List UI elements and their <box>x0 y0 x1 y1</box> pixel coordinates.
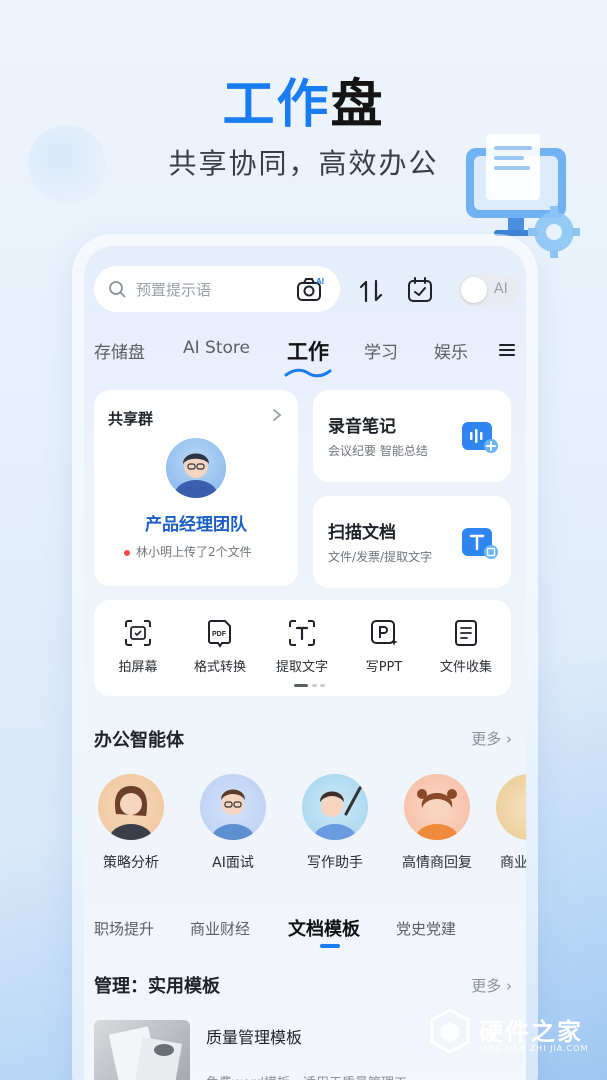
agent-avatar <box>200 774 266 840</box>
agent-eq-reply[interactable]: 高情商回复 <box>394 774 480 872</box>
agent-label: AI面试 <box>212 855 254 871</box>
search-bar[interactable]: 预置提示语 AI <box>94 266 340 312</box>
quick-tools-card: 拍屏幕 PDF 格式转换 提取文字 写PPT 文件收集 <box>94 600 511 696</box>
watermark-subtext: YING JIAN ZHI JIA.COM <box>479 1044 589 1053</box>
agent-avatar <box>404 774 470 840</box>
tab-entertainment[interactable]: 娱乐 <box>434 338 468 363</box>
templates-more-link[interactable]: 更多 › <box>471 975 512 996</box>
audio-note-title: 录音笔记 <box>328 417 396 437</box>
share-group-card[interactable]: 共享群 产品经理团队 林小明上传了2个文件 <box>94 390 298 586</box>
scan-doc-subtitle: 文件/发票/提取文字 <box>328 550 433 564</box>
scan-doc-title: 扫描文档 <box>328 523 396 543</box>
chevron-right-icon <box>273 409 282 421</box>
tool-screen-capture[interactable]: 拍屏幕 <box>98 618 178 675</box>
subtab-party-history[interactable]: 党史党建 <box>396 918 456 939</box>
agents-more-link[interactable]: 更多 › <box>471 728 512 749</box>
calendar-check-icon[interactable] <box>407 277 433 303</box>
agent-writing-assistant[interactable]: 写作助手 <box>292 774 378 872</box>
agent-label: 写作助手 <box>307 855 363 871</box>
screen-capture-icon <box>125 620 151 646</box>
tab-storage[interactable]: 存储盘 <box>94 338 145 363</box>
extract-text-icon <box>289 620 315 646</box>
scan-doc-card[interactable]: 扫描文档 文件/发票/提取文字 <box>313 496 511 588</box>
subtab-doc-templates[interactable]: 文档模板 <box>288 915 360 941</box>
tool-label: 拍屏幕 <box>118 660 158 675</box>
templates-section-title: 管理：实用模板 <box>94 976 220 997</box>
agent-avatar <box>98 774 164 840</box>
tool-file-collect[interactable]: 文件收集 <box>426 618 506 675</box>
tool-label: 格式转换 <box>193 660 246 675</box>
unread-dot <box>124 550 130 556</box>
template-thumbnail[interactable] <box>94 1020 190 1080</box>
tab-study[interactable]: 学习 <box>364 338 398 363</box>
watermark-logo: 硬件之家 YING JIAN ZHI JIA.COM <box>429 1008 589 1058</box>
agent-strategy-analysis[interactable]: 策略分析 <box>88 774 174 872</box>
tool-label: 写PPT <box>365 660 403 675</box>
ai-badge: AI <box>316 277 324 286</box>
audio-note-subtitle: 会议纪要 智能总结 <box>328 444 428 458</box>
tool-label: 提取文字 <box>275 660 328 675</box>
tool-write-ppt[interactable]: 写PPT <box>344 618 424 675</box>
hero-title: 工作盘 <box>222 75 385 135</box>
agent-business[interactable]: 商业 <box>488 774 526 872</box>
agent-ai-interview[interactable]: AI面试 <box>190 774 276 872</box>
ai-camera-icon[interactable]: AI <box>296 276 326 302</box>
agent-avatar <box>496 774 526 840</box>
ppt-icon <box>371 620 398 646</box>
share-group-title: 共享群 <box>108 410 154 428</box>
subtab-career[interactable]: 职场提升 <box>94 918 154 939</box>
active-subtab-indicator <box>320 944 340 948</box>
subtab-business-finance[interactable]: 商业财经 <box>190 918 250 939</box>
tool-label: 文件收集 <box>439 660 492 675</box>
toggle-knob <box>461 277 487 303</box>
menu-icon[interactable] <box>498 342 516 358</box>
tool-format-convert[interactable]: PDF 格式转换 <box>180 618 260 675</box>
tab-work[interactable]: 工作 <box>287 336 329 366</box>
sort-icon[interactable] <box>358 279 384 303</box>
group-activity: 林小明上传了2个文件 <box>136 545 252 559</box>
tool-extract-text[interactable]: 提取文字 <box>262 618 342 675</box>
active-tab-underline <box>284 368 332 378</box>
agent-label: 商业 <box>500 855 526 871</box>
agent-label: 高情商回复 <box>402 855 472 871</box>
template-description: 免费word模板，适用于质量管理工 <box>206 1072 407 1080</box>
ai-toggle[interactable]: AI <box>458 274 520 306</box>
agent-label: 策略分析 <box>103 855 159 871</box>
top-tabs: 存储盘 AI Store 工作 学习 娱乐 <box>94 338 524 384</box>
tab-ai-store[interactable]: AI Store <box>183 338 250 358</box>
svg-text:PDF: PDF <box>212 631 227 638</box>
template-title[interactable]: 质量管理模板 <box>206 1024 302 1048</box>
page-indicator <box>294 684 328 688</box>
search-icon <box>109 281 126 298</box>
pdf-convert-icon: PDF <box>208 620 231 648</box>
audio-note-icon <box>462 422 498 453</box>
group-name: 产品经理团队 <box>145 515 247 535</box>
audio-note-card[interactable]: 录音笔记 会议纪要 智能总结 <box>313 390 511 482</box>
agents-section-title: 办公智能体 <box>94 730 184 751</box>
hexagon-logo-icon <box>430 1008 470 1054</box>
agent-avatar <box>302 774 368 840</box>
toggle-label: AI <box>494 281 508 297</box>
group-avatar <box>166 438 226 498</box>
scan-text-icon <box>462 528 498 559</box>
file-collect-icon <box>455 620 477 646</box>
search-placeholder: 预置提示语 <box>136 280 212 299</box>
watermark-text: 硬件之家 <box>479 1018 583 1046</box>
app-screen: 预置提示语 AI AI 存储盘 AI Store 工作 学习 娱乐 共享群 产品… <box>84 246 526 1080</box>
phone-frame: 预置提示语 AI AI 存储盘 AI Store 工作 学习 娱乐 共享群 产品… <box>72 234 538 1080</box>
